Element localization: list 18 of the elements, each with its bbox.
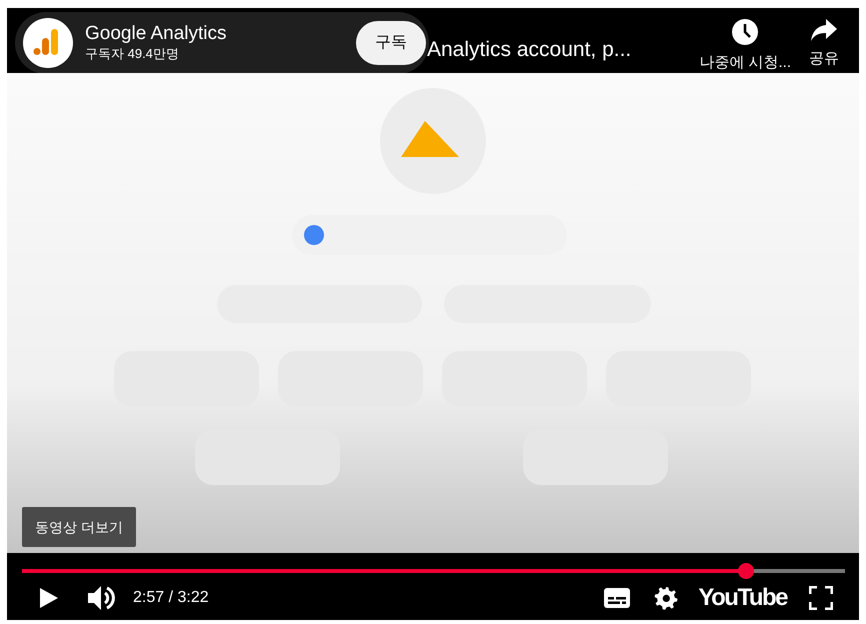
- time-display: 2:57 / 3:22: [133, 588, 209, 608]
- subtitles-icon[interactable]: [604, 588, 630, 608]
- share-icon: [810, 18, 838, 42]
- youtube-logo[interactable]: YouTube: [698, 580, 787, 616]
- channel-logo-icon[interactable]: [23, 18, 73, 68]
- subscriber-count: 구독자 49.4만명: [85, 45, 180, 63]
- more-videos-button[interactable]: 동영상 더보기: [22, 507, 136, 547]
- clock-icon: [731, 18, 760, 46]
- channel-name[interactable]: Google Analytics: [85, 23, 227, 45]
- video-title[interactable]: Analytics account, p...: [427, 34, 632, 66]
- settings-icon[interactable]: [654, 586, 678, 610]
- watch-later-button[interactable]: 나중에 시청...: [699, 18, 791, 72]
- fullscreen-icon[interactable]: [809, 586, 833, 610]
- subscribe-button[interactable]: 구독: [356, 21, 426, 65]
- progress-handle[interactable]: [738, 563, 754, 579]
- share-button[interactable]: 공유: [809, 18, 839, 72]
- play-icon[interactable]: [37, 586, 59, 610]
- volume-icon[interactable]: [87, 585, 115, 611]
